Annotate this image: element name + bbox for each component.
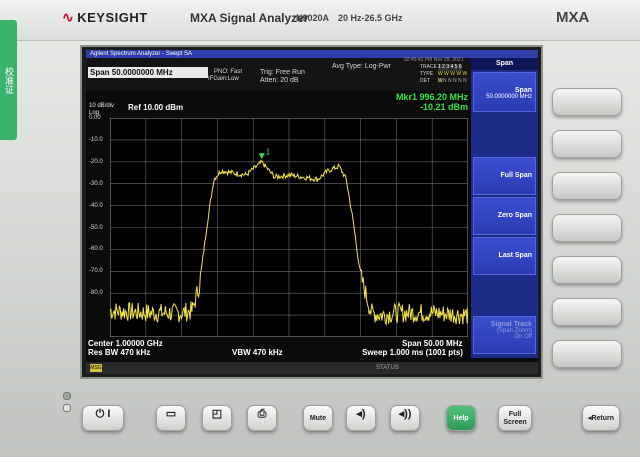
zoom-window-icon: ◰	[211, 408, 223, 420]
span-entry-field[interactable]: Span 50.0000000 MHz	[88, 67, 208, 78]
print-icon: ⎙	[257, 408, 267, 420]
y-tick-label: -20.0	[89, 158, 103, 165]
marker-amplitude: -10.21 dBm	[419, 102, 468, 112]
softkey-hardbutton-6[interactable]	[552, 298, 622, 326]
y-tick-label: -60.0	[89, 246, 103, 253]
y-tick-label: 0.00	[89, 115, 101, 121]
softkey-hardbutton-5[interactable]	[552, 256, 622, 284]
y-tick-label: -80.0	[89, 290, 103, 297]
softkey-hardbutton-7[interactable]	[552, 340, 622, 368]
y-tick-label: -40.0	[89, 202, 103, 209]
marker-readout: Mkr1 996.20 MHz -10.21 dBm	[386, 92, 468, 112]
keysight-wave-icon: ∿	[62, 9, 75, 25]
message-indicator: MSG	[90, 364, 102, 372]
avg-type-setting: Avg Type: Log-Pwr	[332, 63, 391, 70]
softkey-span[interactable]: Span 50.0000000 MHz	[473, 72, 536, 112]
model-title: MXA Signal Analyzer	[190, 11, 309, 25]
type-label: TYPE	[420, 71, 434, 77]
power-led	[63, 404, 71, 412]
analyzer-screen: Agilent Spectrum Analyzer - Swept SA Spa…	[86, 50, 538, 374]
scale-per-div: 10 dB/div	[89, 103, 115, 109]
mute-label: Mute	[309, 415, 327, 422]
power-button[interactable]: ⏻ I	[82, 405, 124, 431]
atten-setting: Atten: 20 dB	[260, 77, 299, 84]
softkey-menu-title: Span	[471, 58, 538, 70]
center-frequency: Center 1.00000 GHz	[88, 339, 163, 348]
return-label: ◂Return	[587, 415, 615, 422]
ifgain-setting: IFGain:Low	[208, 76, 239, 82]
frequency-range: 20 Hz-26.5 GHz	[338, 13, 403, 23]
softkey-hardbutton-4[interactable]	[552, 214, 622, 242]
return-button[interactable]: ◂Return	[582, 405, 620, 431]
y-tick-label: -70.0	[89, 268, 103, 275]
softkey-hardbutton-1[interactable]	[552, 88, 622, 116]
trigger-setting: Trig: Free Run	[260, 69, 305, 76]
timestamp: 02:45:42 PM Nov 29, 2021	[404, 57, 464, 63]
mute-button[interactable]: Mute	[303, 405, 333, 431]
settings-panel: Span 50.0000000 MHz PNO: Fast IFGain:Low…	[86, 57, 471, 91]
standby-led	[63, 392, 71, 400]
softkey-hardbutton-3[interactable]	[552, 172, 622, 200]
reference-level: Ref 10.00 dBm	[128, 103, 184, 112]
status-label: STATUS	[376, 365, 399, 371]
det-label: DET	[420, 78, 430, 84]
window-zoom-button[interactable]: ◰	[202, 405, 232, 431]
print-button[interactable]: ⎙	[247, 405, 277, 431]
det-values: N N N N N N	[438, 78, 467, 84]
softkey-zero-span[interactable]: Zero Span	[473, 197, 536, 235]
trace-label: TRACE	[420, 64, 437, 70]
window-title-bar: Agilent Spectrum Analyzer - Swept SA	[86, 50, 538, 58]
model-number: N9020A	[296, 13, 330, 23]
volume-down-button[interactable]: ◂)	[346, 405, 376, 431]
single-window-icon: ▭	[165, 408, 177, 420]
softkey-signal-track[interactable]: Signal Track (Span Zoom) On Off	[473, 316, 536, 354]
trace-numbers: 1 2 3 4 5 6	[438, 64, 462, 71]
y-tick-label: -30.0	[89, 180, 103, 187]
span-readout: Span 50.00 MHz	[402, 339, 463, 348]
y-tick-label: -10.0	[89, 136, 103, 143]
power-icon: ⏻ I	[95, 408, 111, 420]
marker-frequency: Mkr1 996.20 MHz	[395, 92, 468, 102]
marker-1-label: 1	[266, 147, 271, 156]
full-screen-button[interactable]: Full Screen	[498, 405, 532, 431]
resolution-bandwidth: Res BW 470 kHz	[88, 348, 151, 357]
softkey-last-span[interactable]: Last Span	[473, 237, 536, 275]
help-button[interactable]: Help	[446, 405, 476, 431]
brand-label: MXA	[556, 9, 590, 26]
speaker-low-icon: ◂)	[356, 408, 366, 420]
top-nameplate: ∿ KEYSIGHT MXA Signal Analyzer N9020A 20 …	[0, 0, 640, 41]
softkey-full-span[interactable]: Full Span	[473, 157, 536, 195]
speaker-high-icon: ◂))	[398, 408, 412, 420]
status-bar: MSG STATUS	[86, 362, 538, 374]
video-bandwidth: VBW 470 kHz	[232, 348, 283, 357]
keysight-logo: ∿ KEYSIGHT	[62, 9, 148, 25]
pno-setting: PNO: Fast	[214, 69, 243, 75]
sweep-time: Sweep 1.000 ms (1001 pts)	[362, 348, 463, 357]
window-single-button[interactable]: ▭	[156, 405, 186, 431]
softkey-menu: Span Span 50.0000000 MHz Full Span Zero …	[471, 58, 538, 358]
softkey-hardbutton-2[interactable]	[552, 130, 622, 158]
volume-up-button[interactable]: ◂))	[390, 405, 420, 431]
spectrum-plot[interactable]: 1	[110, 118, 468, 337]
y-tick-label: -50.0	[89, 224, 103, 231]
calibration-sticker: 校准证	[0, 20, 17, 140]
